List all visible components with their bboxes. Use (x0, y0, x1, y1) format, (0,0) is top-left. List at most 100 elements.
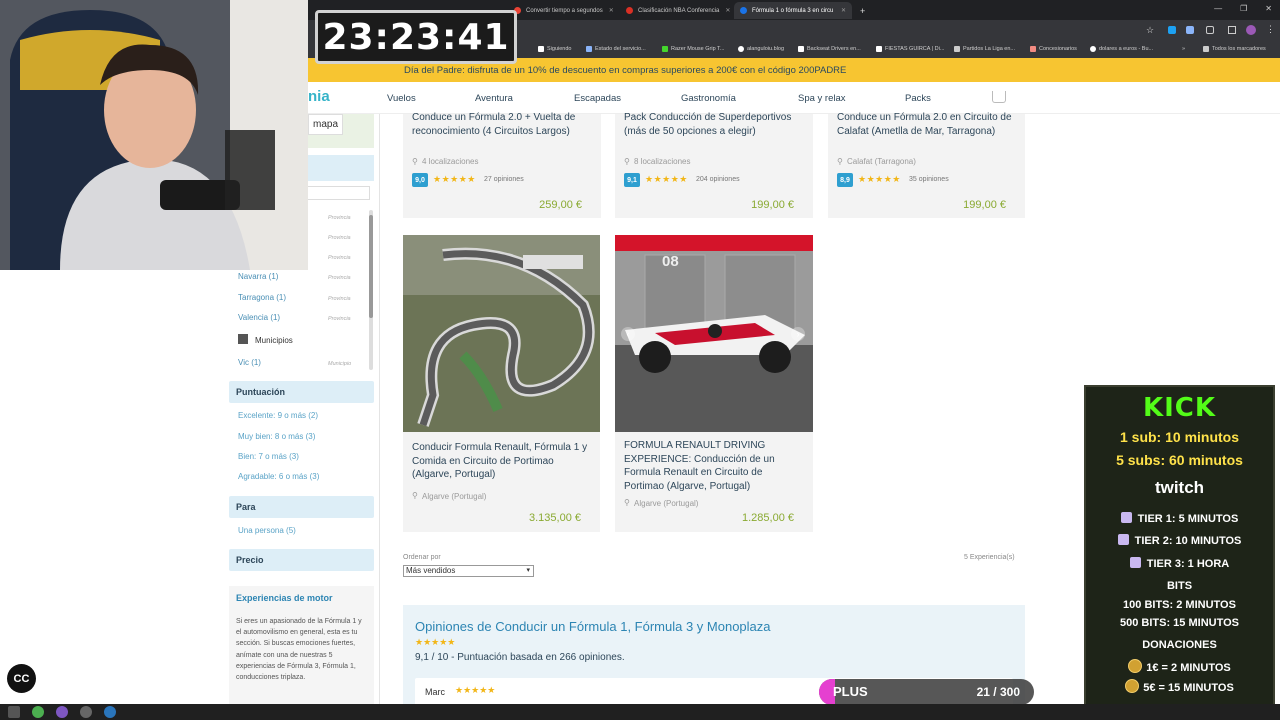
sort-label: Ordenar por (403, 554, 441, 561)
coin-icon (1125, 679, 1140, 693)
bookmark-item[interactable]: Estado del servicio... (586, 46, 646, 52)
bookmark-item[interactable]: Razer Mouse Grip T... (662, 46, 724, 52)
subathon-panel: KICK 1 sub: 10 minutos 5 subs: 60 minuto… (1084, 385, 1275, 715)
obs-icon[interactable] (80, 706, 92, 718)
avatar[interactable] (1246, 25, 1256, 35)
bookmark-item[interactable]: Partidos La Liga en... (954, 46, 1015, 52)
new-tab-button[interactable]: + (854, 2, 872, 19)
maximize-icon[interactable]: ❐ (1240, 4, 1247, 13)
bookmark-item[interactable]: Siguiendo (538, 46, 571, 52)
close-icon[interactable]: ✕ (603, 7, 614, 14)
nav-gastronomia[interactable]: Gastronomía (681, 93, 736, 104)
star-icon[interactable]: ☆ (1146, 25, 1154, 36)
opinion-count[interactable]: 27 opiniones (484, 176, 524, 183)
card-title[interactable]: Conduce un Fórmula 2.0 + Vuelta de recon… (412, 111, 592, 138)
circuit-aerial-image[interactable] (403, 235, 600, 432)
location-pin-icon: ⚲ (412, 491, 418, 500)
nav-spa[interactable]: Spa y relax (798, 93, 846, 104)
card-title[interactable]: Pack Conducción de Superdeportivos (más … (624, 111, 804, 138)
bookmark-label: Partidos La Liga en... (963, 46, 1015, 52)
opinion-count[interactable]: 204 opiniones (696, 176, 740, 183)
bookmark-item[interactable]: Backseat Drivers en... (798, 46, 861, 52)
nav-escapadas[interactable]: Escapadas (574, 93, 621, 104)
precio-filter-head[interactable]: Precio (229, 549, 374, 571)
para-una-persona[interactable]: Una persona (5) (238, 526, 296, 535)
reviews-score: 9,1 / 10 - Puntuación basada en 266 opin… (415, 652, 625, 663)
nav-packs[interactable]: Packs (905, 93, 931, 104)
filter-valencia[interactable]: Valencia (1) (238, 313, 280, 322)
sidepanel-icon[interactable] (1228, 26, 1236, 34)
formula-car-illustration (615, 235, 813, 432)
tab-nba[interactable]: Clasificación NBA Conferencia ✕ (620, 2, 732, 19)
close-icon[interactable]: ✕ (719, 7, 730, 14)
windows-icon[interactable] (8, 706, 20, 718)
experience-card[interactable]: Conducir Formula Renault, Fórmula 1 y Co… (403, 432, 600, 532)
rating-bien[interactable]: Bien: 7 o más (3) (238, 452, 299, 461)
tier3-text: TIER 3: 1 HORA (1146, 558, 1230, 570)
card-location: Calafat (Tarragona) (847, 157, 916, 166)
para-filter-head[interactable]: Para (229, 496, 374, 518)
twitch-logo: twitch (1154, 478, 1205, 497)
bookmark-label: alanguloiu.blog (747, 46, 785, 52)
experience-card[interactable]: Pack Conducción de Superdeportivos (más … (615, 111, 813, 218)
all-bookmarks[interactable]: Todos los marcadores (1203, 46, 1266, 52)
close-window-icon[interactable]: ✕ (1265, 4, 1272, 13)
sidebar-divider (379, 114, 380, 704)
province-tag: Provincia (328, 296, 351, 302)
municipio-tag: Municipio (328, 361, 352, 367)
bookmark-item[interactable]: FIESTAS GUIRCA | Di... (876, 46, 944, 52)
card-title[interactable]: FORMULA RENAULT DRIVING EXPERIENCE: Cond… (624, 439, 804, 493)
rating-agradable[interactable]: Agradable: 6 o más (3) (238, 472, 319, 481)
nav-vuelos[interactable]: Vuelos (387, 93, 416, 104)
menu-dots-icon[interactable]: ⋮ (1266, 24, 1275, 35)
province-tag: Provincia (328, 255, 351, 261)
sort-select[interactable]: Más vendidos ▾ (403, 565, 534, 577)
rating-excelente[interactable]: Excelente: 9 o más (2) (238, 411, 318, 420)
extensions-puzzle-icon[interactable] (1206, 26, 1214, 34)
formula-car-image[interactable]: 08 ‹ › (615, 235, 813, 432)
building-icon (238, 334, 248, 344)
map-button[interactable]: mapa (308, 114, 344, 135)
experience-card[interactable]: Conduce un Fórmula 2.0 + Vuelta de recon… (403, 111, 601, 218)
bookmarks-overflow-icon[interactable]: » (1182, 46, 1185, 52)
captions-button[interactable]: CC (7, 664, 36, 693)
card-title[interactable]: Conducir Formula Renault, Fórmula 1 y Co… (412, 441, 592, 482)
rating-stars: ★★★★★ (858, 174, 901, 184)
card-price: 1.285,00 € (742, 512, 794, 524)
bookmark-item[interactable]: Concesionarios (1030, 46, 1077, 52)
tab-label: Convertir tiempo a segundos (526, 7, 603, 14)
rating-filter-head[interactable]: Puntuación (229, 381, 374, 403)
rating-muy-bien[interactable]: Muy bien: 8 o más (3) (238, 432, 315, 441)
carousel-prev-icon[interactable]: ‹ (621, 327, 635, 341)
close-icon[interactable]: ✕ (835, 7, 846, 14)
kick-1-sub: 1 sub: 10 minutos (1119, 429, 1240, 445)
chrome-icon[interactable] (32, 706, 44, 718)
site-logo[interactable]: nia (308, 88, 330, 105)
nav-aventura[interactable]: Aventura (475, 93, 513, 104)
tab-convertir[interactable]: Convertir tiempo a segundos ✕ (508, 2, 618, 19)
extension-icon[interactable] (1168, 26, 1176, 34)
bookmark-item[interactable]: alanguloiu.blog (738, 46, 784, 52)
filter-navarra[interactable]: Navarra (1) (238, 272, 278, 281)
opinion-count[interactable]: 35 opiniones (909, 176, 949, 183)
card-title[interactable]: Conduce un Fórmula 2.0 en Circuito de Ca… (837, 111, 1019, 138)
tab-favicon-icon (740, 7, 747, 14)
filter-vic[interactable]: Vic (1) (238, 358, 261, 367)
filter-tarragona[interactable]: Tarragona (1) (238, 293, 286, 302)
bookmark-label: Estado del servicio... (595, 46, 646, 52)
app-icon[interactable] (56, 706, 68, 718)
experience-card[interactable]: FORMULA RENAULT DRIVING EXPERIENCE: Cond… (615, 432, 813, 532)
reviewer-stars: ★★★★★ (455, 685, 496, 695)
steam-icon[interactable] (104, 706, 116, 718)
sub-goal-bar: PLUS 21 / 300 (819, 679, 1034, 705)
tab-formula[interactable]: Fórmula 1 o fórmula 3 en circu ✕ (734, 2, 852, 19)
extension-icon[interactable] (1186, 26, 1194, 34)
filter-scroll-thumb[interactable] (369, 215, 373, 318)
reviews-title: Opiniones de Conducir un Fórmula 1, Fórm… (415, 619, 771, 634)
carousel-next-icon[interactable]: › (791, 327, 805, 341)
bookmark-item[interactable]: dolares a euros - Bu... (1090, 46, 1153, 52)
experience-card[interactable]: Conduce un Fórmula 2.0 en Circuito de Ca… (828, 111, 1025, 218)
bookmark-label: Concesionarios (1039, 46, 1077, 52)
minimize-icon[interactable]: — (1214, 4, 1222, 13)
cart-icon[interactable] (992, 91, 1006, 103)
